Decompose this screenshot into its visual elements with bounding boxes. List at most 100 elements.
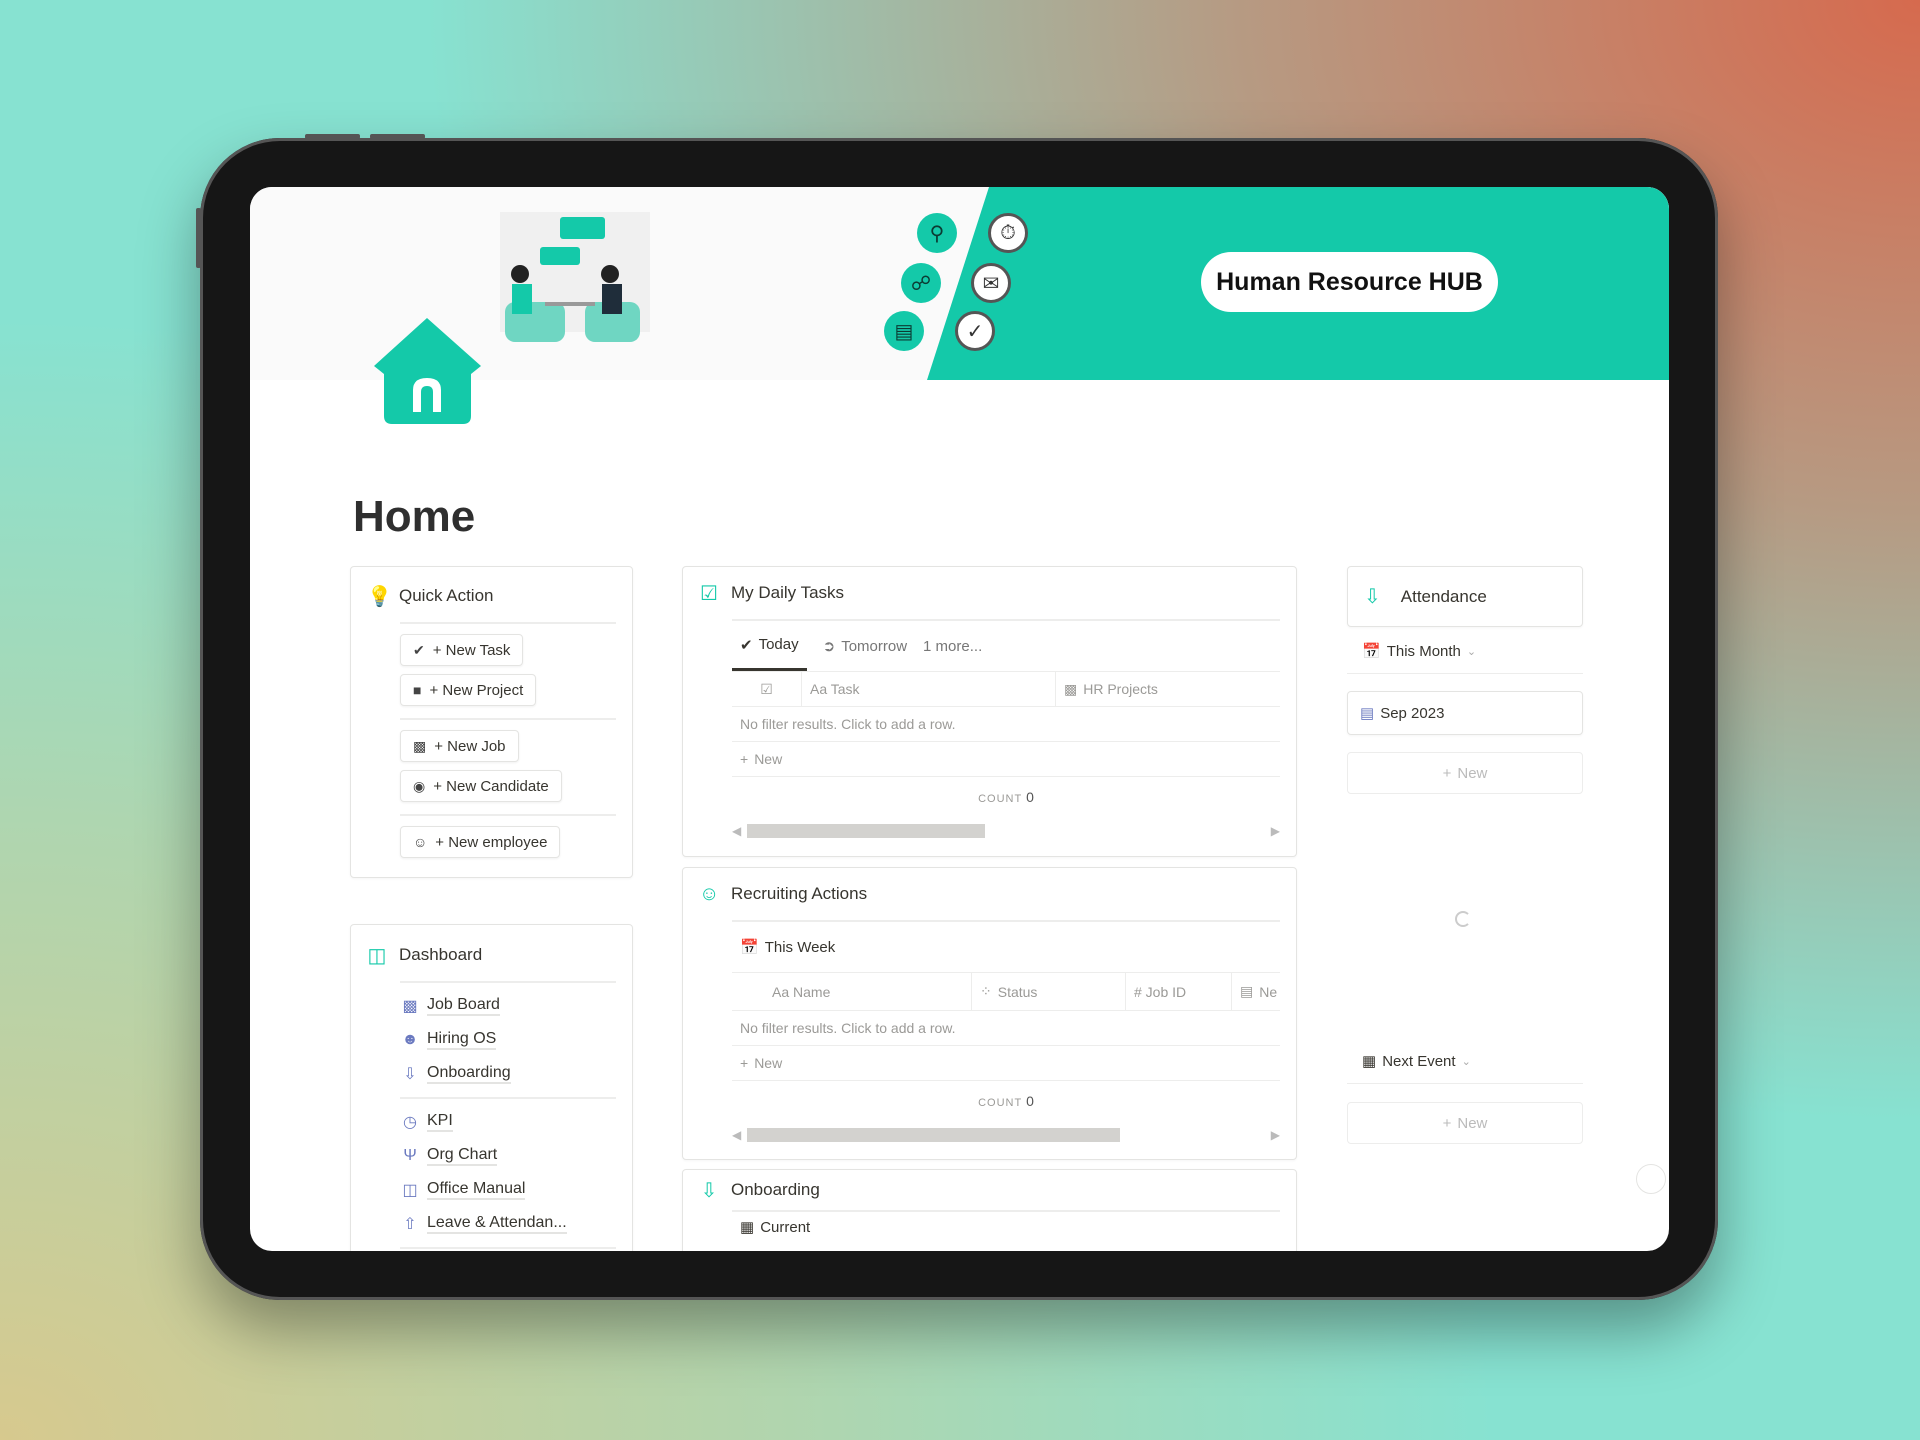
gallery-icon: ▦ [1362, 1053, 1377, 1070]
plus-icon: + [1442, 1114, 1452, 1132]
card-title: Dashboard [399, 945, 483, 964]
column-status[interactable]: ⁘ Status [972, 973, 1126, 1010]
tab-today[interactable]: ✔ Today [732, 621, 807, 671]
onboarding-icon: ⇩ [403, 1066, 417, 1083]
new-candidate-button[interactable]: ◉ + New Candidate [400, 770, 562, 802]
gauge-icon: ◷ [403, 1114, 417, 1131]
check-circle-icon: ✔ [740, 636, 753, 654]
view-current[interactable]: ▦ Current [732, 1212, 1280, 1240]
plus-icon: + [740, 751, 749, 767]
view-next-event[interactable]: ▦ Next Event ⌄ [1362, 1052, 1471, 1071]
new-event-button[interactable]: + New [1347, 1102, 1583, 1144]
dashboard-card: ◫ Dashboard ▩ Job Board ☻ Hiring OS ⇩ Onboar… [350, 924, 633, 1251]
link-onboarding[interactable]: ⇩ Onboarding [401, 1057, 632, 1091]
new-employee-button[interactable]: ☺ + New employee [400, 826, 561, 858]
check-circle-icon: ✔ [413, 641, 425, 658]
inbox-download-icon: ⇩ [1364, 586, 1381, 608]
org-chart-icon: Ψ [403, 1147, 417, 1164]
top-button [370, 134, 425, 139]
calendar-icon: ▤ [1240, 983, 1254, 999]
new-task-button[interactable]: ✔ + New Task [400, 634, 524, 666]
chevron-down-icon: ⌄ [1466, 645, 1477, 658]
mail-icon: ✉ [971, 263, 1011, 303]
count-footer: COUNT 0 [732, 1080, 1280, 1120]
card-title: Onboarding [731, 1180, 820, 1199]
attendance-card[interactable]: ⇩ Attendance [1347, 566, 1583, 627]
empty-row[interactable]: No filter results. Click to add a row. [732, 1010, 1280, 1045]
link-kpi[interactable]: ◷ KPI [401, 1105, 632, 1139]
user-circle-icon: ☺ [413, 834, 428, 850]
person-icon: ☺ [699, 882, 720, 905]
onboarding-card: ⇩ Onboarding ▦ Current [682, 1169, 1297, 1251]
new-row-button[interactable]: + New [732, 741, 1280, 776]
plus-icon: + [1442, 764, 1452, 782]
inbox-download-icon: ⇩ [700, 1179, 718, 1202]
book-icon: ◫ [402, 1182, 418, 1199]
link-org-chart[interactable]: Ψ Org Chart [401, 1139, 632, 1173]
side-button [196, 208, 201, 268]
briefcase-icon: ▩ [1064, 680, 1078, 697]
status-icon: ⁘ [980, 983, 992, 999]
card-title: Quick Action [399, 586, 494, 605]
org-chart-icon: ☍ [901, 263, 941, 303]
person-circle-icon: ◉ [413, 777, 426, 794]
kpi-gauge-icon: ⏱ [988, 213, 1028, 253]
help-button[interactable] [1636, 1164, 1666, 1194]
chevron-down-icon: ⌄ [1461, 1055, 1471, 1068]
column-task[interactable]: Aa Task [802, 672, 1056, 706]
horizontal-scrollbar[interactable]: ◀ ▶ [732, 1120, 1280, 1150]
quick-action-card: 💡 Quick Action ✔ + New Task ■ + New Project… [350, 566, 633, 878]
link-hiring-os[interactable]: ☻ Hiring OS [401, 1023, 632, 1057]
month-card-sep-2023[interactable]: ▤ Sep 2023 [1347, 691, 1583, 735]
column-name[interactable]: Aa Name [732, 973, 972, 1010]
card-title: My Daily Tasks [731, 583, 845, 602]
loading-spinner-icon [1455, 911, 1471, 927]
calendar-icon: ▤ [1360, 705, 1375, 722]
daily-tasks-card: ☑ My Daily Tasks ✔ Today ➲ Tomorrow 1 more.… [682, 566, 1297, 857]
count-footer: COUNT 0 [732, 776, 1280, 816]
link-job-board[interactable]: ▩ Job Board [401, 989, 632, 1023]
column-job-id[interactable]: # Job ID [1126, 973, 1232, 1010]
layout-icon: ◫ [367, 944, 387, 967]
leave-icon: ⇧ [403, 1216, 417, 1233]
top-button [305, 134, 360, 139]
page-title: Home [353, 492, 476, 541]
horizontal-scrollbar[interactable]: ◀ ▶ [732, 816, 1280, 846]
lightbulb-icon: 💡 [367, 585, 392, 608]
add-person-icon: ☻ [401, 1031, 419, 1048]
divider [1347, 1083, 1583, 1084]
view-this-month[interactable]: 📅 This Month ⌄ [1362, 642, 1477, 661]
new-attendance-button[interactable]: + New [1347, 752, 1583, 794]
view-this-week[interactable]: 📅 This Week [732, 922, 835, 972]
briefcase-icon: ▩ [413, 737, 427, 754]
link-leave-attendance[interactable]: ⇧ Leave & Attendan... [401, 1207, 632, 1241]
notion-page: ⚲ ☍ ▤ ⏱ ✉ ✓ Human Resource HUB Home 💡 Qui… [250, 187, 1669, 1251]
divider [1347, 673, 1583, 674]
recruiting-actions-card: ☺ Recruiting Actions 📅 This Week Aa Name ⁘… [682, 867, 1297, 1160]
new-project-button[interactable]: ■ + New Project [400, 674, 537, 706]
checkbox-icon: ☑ [700, 582, 718, 605]
folder-icon: ■ [413, 682, 422, 698]
plus-icon: + [740, 1055, 749, 1071]
card-title: Recruiting Actions [731, 884, 868, 903]
tab-more[interactable]: 1 more... [923, 621, 982, 671]
calendar-icon: 📅 [1362, 643, 1381, 660]
gallery-icon: ▦ [740, 1219, 755, 1236]
tab-tomorrow[interactable]: ➲ Tomorrow [823, 621, 907, 671]
briefcase-icon: ▩ [402, 998, 418, 1015]
document-icon: ▤ [884, 311, 924, 351]
select-all-checkbox[interactable]: ☑ [732, 672, 802, 706]
empty-row[interactable]: No filter results. Click to add a row. [732, 706, 1280, 741]
column-next[interactable]: ▤ Ne [1232, 973, 1277, 1010]
column-hr-projects[interactable]: ▩ HR Projects [1056, 672, 1158, 706]
calendar-icon: 📅 [740, 939, 759, 956]
search-icon: ⚲ [917, 213, 957, 253]
hub-title-pill: Human Resource HUB [1201, 252, 1498, 312]
new-job-button[interactable]: ▩ + New Job [400, 730, 519, 762]
link-office-manual[interactable]: ◫ Office Manual [401, 1173, 632, 1207]
check-icon: ✓ [955, 311, 995, 351]
new-row-button[interactable]: + New [732, 1045, 1280, 1080]
arrow-circle-icon: ➲ [822, 638, 836, 655]
home-icon [374, 318, 481, 424]
meeting-illustration-icon [500, 212, 650, 342]
